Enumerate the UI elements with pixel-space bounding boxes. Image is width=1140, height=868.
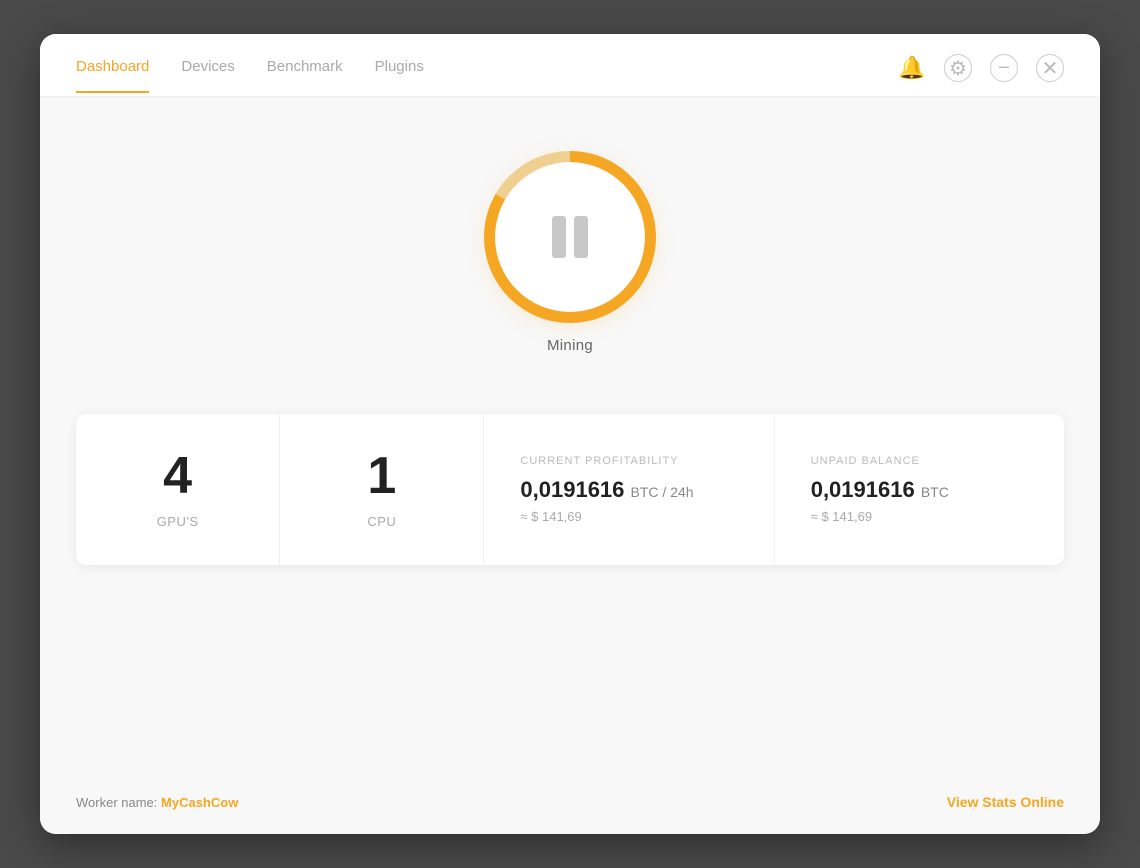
pause-bar-right [574,216,588,258]
profitability-card: CURRENT PROFITABILITY 0,0191616 BTC / 24… [484,414,774,565]
nav-item-dashboard[interactable]: Dashboard [76,58,149,93]
pause-bar-left [552,216,566,258]
stat-card-cpu: 1 CPU [280,414,484,565]
mining-status-label: Mining [547,337,593,354]
app-window: Dashboard Devices Benchmark Plugins 🔔 ⚙ … [40,34,1100,834]
nav-left: Dashboard Devices Benchmark Plugins [76,58,424,93]
profitability-unit: BTC / 24h [631,484,694,500]
stat-card-gpus: 4 GPU'S [76,414,280,565]
stats-row: 4 GPU'S 1 CPU CURRENT PROFITABILITY 0,01… [76,414,1064,565]
profitability-title: CURRENT PROFITABILITY [520,455,678,467]
cpu-count: 1 [367,450,396,502]
settings-icon[interactable]: ⚙ [944,54,972,82]
worker-name: MyCashCow [161,795,238,810]
mining-circle-inner [495,162,645,312]
nav-right: 🔔 ⚙ − ✕ [898,54,1064,96]
worker-name-container: Worker name: MyCashCow [76,795,238,810]
balance-sub: ≈ $ 141,69 [811,509,872,524]
footer: Worker name: MyCashCow View Stats Online [40,770,1100,834]
minimize-icon[interactable]: − [990,54,1018,82]
gpu-label: GPU'S [157,514,199,529]
gpu-count: 4 [163,450,192,502]
profitability-sub: ≈ $ 141,69 [520,509,581,524]
mining-toggle-button[interactable] [490,157,650,317]
pause-icon [552,216,588,258]
profitability-value: 0,0191616 BTC / 24h [520,477,693,503]
worker-prefix: Worker name: [76,795,161,810]
close-icon[interactable]: ✕ [1036,54,1064,82]
mining-button-container: Mining [490,157,650,354]
nav-item-benchmark[interactable]: Benchmark [267,58,343,93]
view-stats-link[interactable]: View Stats Online [947,794,1064,810]
nav-item-plugins[interactable]: Plugins [375,58,424,93]
balance-title: UNPAID BALANCE [811,455,920,467]
nav-item-devices[interactable]: Devices [181,58,234,93]
bell-icon[interactable]: 🔔 [898,54,926,82]
balance-value: 0,0191616 BTC [811,477,949,503]
balance-card: UNPAID BALANCE 0,0191616 BTC ≈ $ 141,69 [775,414,1064,565]
navbar: Dashboard Devices Benchmark Plugins 🔔 ⚙ … [40,34,1100,97]
cpu-label: CPU [367,514,396,529]
main-content: Mining 4 GPU'S 1 CPU CURRENT PROFITABILI… [40,97,1100,770]
balance-unit: BTC [921,484,949,500]
